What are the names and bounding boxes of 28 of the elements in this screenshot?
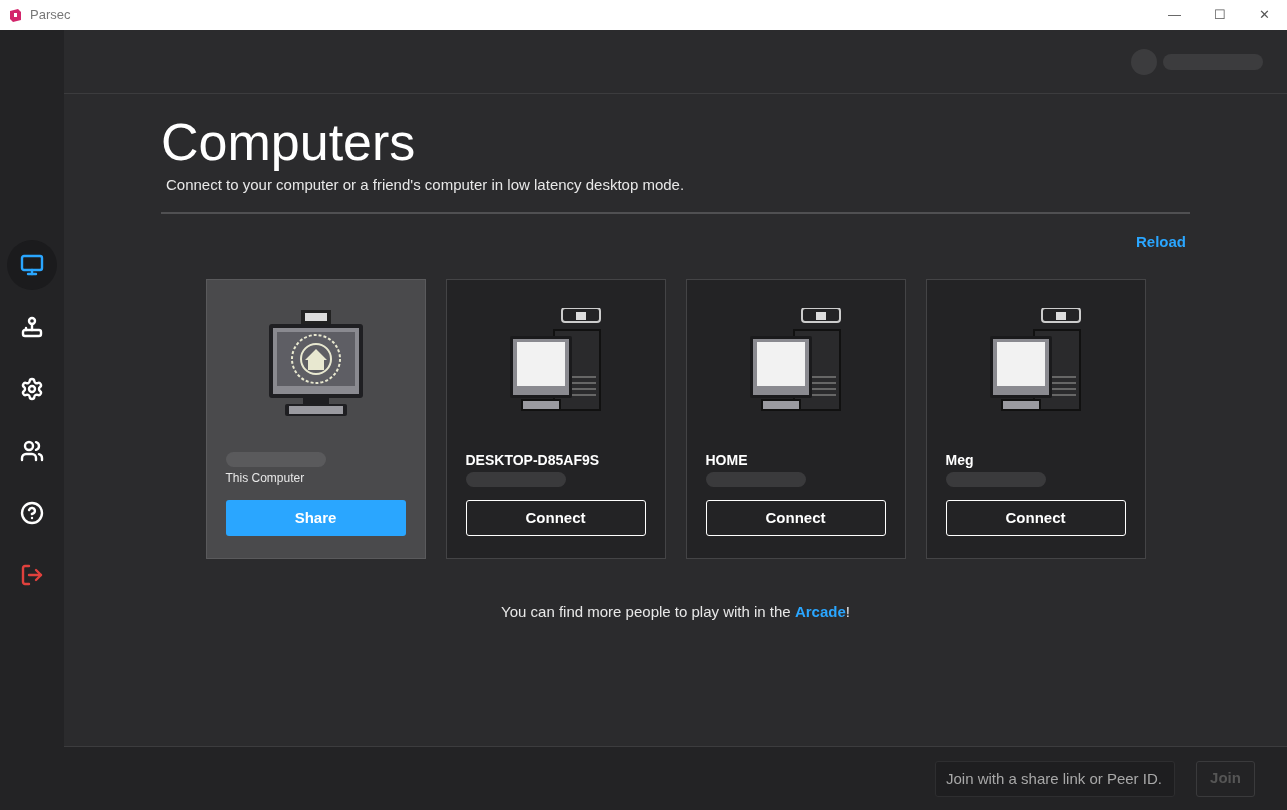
- arcade-link[interactable]: Arcade: [794, 603, 846, 620]
- computer-name: Meg: [945, 452, 975, 468]
- computer-card[interactable]: Meg Connect: [925, 279, 1146, 559]
- close-button[interactable]: ✕: [1242, 0, 1287, 30]
- page-title: Computers: [161, 112, 417, 172]
- computer-icon: [20, 253, 44, 277]
- arcade-note: You can find more people to play with in the Arcade!: [500, 602, 851, 622]
- minimize-button[interactable]: —: [1152, 0, 1197, 30]
- computer-name: DESKTOP-D85AF9S: [465, 452, 601, 468]
- help-icon: [20, 501, 44, 525]
- logout-icon: [20, 563, 44, 587]
- joystick-icon: [20, 315, 44, 339]
- computer-caption: This Computer: [225, 471, 306, 485]
- settings-icon: [20, 377, 44, 401]
- connect-button[interactable]: Connect: [945, 500, 1126, 536]
- maximize-button[interactable]: ☐: [1197, 0, 1242, 30]
- sidebar-item[interactable]: [7, 240, 57, 290]
- connect-button[interactable]: Connect: [465, 500, 646, 536]
- computer-name: HOME: [705, 452, 749, 468]
- computer-card[interactable]: DESKTOP-D85AF9S Connect: [445, 279, 666, 559]
- app-logo-icon: [10, 8, 21, 22]
- page-subtitle: Connect to your computer or a friend's computer in low latency desktop mode.: [166, 175, 686, 195]
- reload-link[interactable]: Reload: [1136, 230, 1186, 253]
- connect-button[interactable]: Connect: [705, 500, 886, 536]
- computer-card[interactable]: This Computer Share: [205, 279, 426, 559]
- window-title: Parsec: [30, 6, 71, 25]
- people-icon: [20, 439, 44, 463]
- computer-card[interactable]: HOME Connect: [685, 279, 906, 559]
